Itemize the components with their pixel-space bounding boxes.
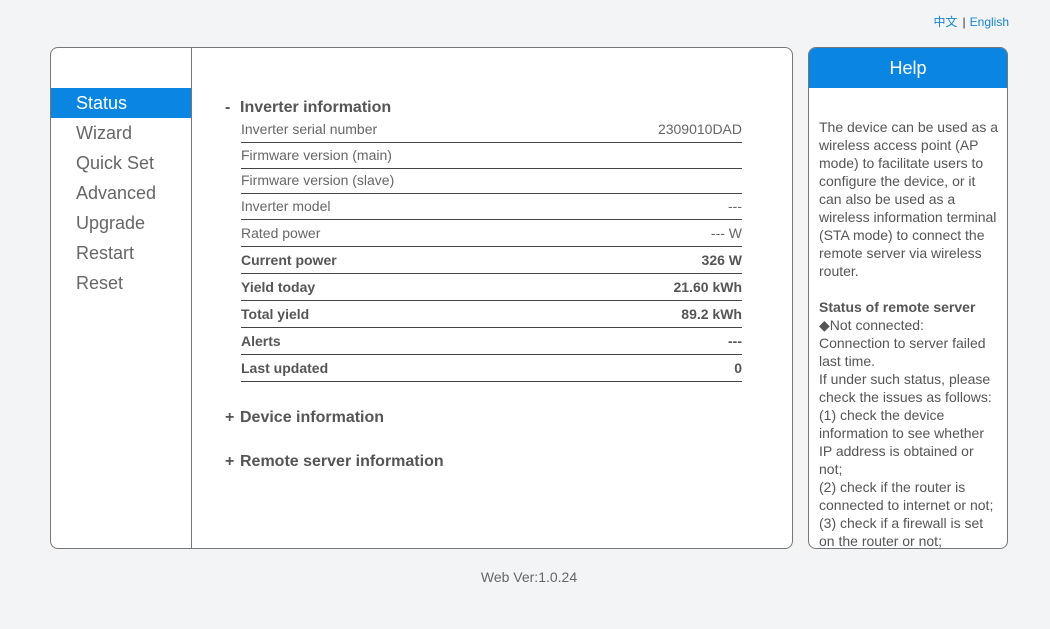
device-section-header[interactable]: + Device information	[225, 409, 384, 427]
table-row: Firmware version (slave)	[241, 169, 742, 194]
row-label: Rated power	[241, 225, 321, 241]
nav-item-upgrade[interactable]: Upgrade	[51, 208, 191, 238]
lang-separator: |	[962, 15, 966, 29]
nav-item-wizard[interactable]: Wizard	[51, 118, 191, 148]
web-version: Web Ver:1.0.24	[480, 569, 578, 585]
table-row: Last updated 0	[241, 355, 742, 382]
expand-toggle[interactable]: +	[225, 409, 240, 427]
table-row: Current power 326 W	[241, 247, 742, 274]
table-row: Rated power --- W	[241, 220, 742, 247]
nav-item-status[interactable]: Status	[51, 88, 191, 118]
help-status-heading: Status of remote server	[819, 299, 976, 315]
row-label: Inverter serial number	[241, 121, 378, 137]
row-value: 21.60 kWh	[673, 279, 742, 295]
help-check-item: (2) check if the router is connected to …	[819, 479, 994, 513]
help-check-item: (3) check if a firewall is set on the ro…	[819, 515, 984, 549]
inverter-section-header[interactable]: - Inverter information	[225, 99, 391, 117]
table-row: Total yield 89.2 kWh	[241, 301, 742, 328]
table-row: Alerts ---	[241, 328, 742, 355]
help-panel[interactable]: Help The device can be used as a wireles…	[808, 47, 1008, 549]
table-row: Firmware version (main)	[241, 143, 742, 169]
row-label: Inverter model	[241, 198, 331, 214]
row-label: Current power	[241, 252, 337, 268]
row-value: ---	[728, 333, 742, 349]
device-section-title: Device information	[240, 409, 385, 426]
lang-english-link[interactable]: English	[970, 15, 1009, 29]
row-value: 2309010DAD	[657, 121, 742, 137]
help-body: The device can be used as a wireless acc…	[809, 88, 1007, 549]
sidebar: Status Wizard Quick Set Advanced Upgrade…	[51, 48, 192, 548]
collapse-toggle[interactable]: -	[225, 99, 240, 117]
row-value: 0	[734, 360, 742, 376]
inverter-section-title: Inverter information	[240, 99, 392, 116]
help-intro: The device can be used as a wireless acc…	[819, 119, 999, 279]
row-label: Yield today	[241, 279, 316, 295]
row-label: Firmware version (main)	[241, 147, 392, 163]
nav-item-reset[interactable]: Reset	[51, 268, 191, 298]
lang-chinese-link[interactable]: 中文	[934, 15, 958, 29]
row-value: 89.2 kWh	[681, 306, 742, 322]
help-text: If under such status, please check the i…	[819, 371, 992, 405]
help-text: Connection to server failed last time.	[819, 335, 986, 369]
nav-item-quick-set[interactable]: Quick Set	[51, 148, 191, 178]
row-label: Firmware version (slave)	[241, 172, 395, 188]
remote-section-title: Remote server information	[240, 453, 444, 470]
nav-item-restart[interactable]: Restart	[51, 238, 191, 268]
nav-item-advanced[interactable]: Advanced	[51, 178, 191, 208]
expand-toggle[interactable]: +	[225, 453, 240, 471]
table-row: Yield today 21.60 kWh	[241, 274, 742, 301]
remote-section-header[interactable]: + Remote server information	[225, 453, 444, 471]
row-label: Last updated	[241, 360, 329, 376]
main-panel: Status Wizard Quick Set Advanced Upgrade…	[50, 47, 793, 549]
sidebar-nav: Status Wizard Quick Set Advanced Upgrade…	[51, 88, 191, 298]
row-label: Alerts	[241, 333, 281, 349]
row-value: ---	[728, 198, 742, 214]
help-title: Help	[809, 48, 1007, 88]
table-row: Inverter serial number 2309010DAD	[241, 120, 742, 143]
language-switch: 中文 | English	[934, 13, 1010, 30]
row-label: Total yield	[241, 306, 310, 322]
help-check-item: (1) check the device information to see …	[819, 407, 984, 477]
row-value: 326 W	[701, 252, 742, 268]
table-row: Inverter model ---	[241, 194, 742, 220]
help-not-connected: ◆Not connected:	[819, 317, 924, 333]
inverter-info-table: Inverter serial number 2309010DAD Firmwa…	[241, 120, 742, 382]
row-value: --- W	[710, 225, 742, 241]
